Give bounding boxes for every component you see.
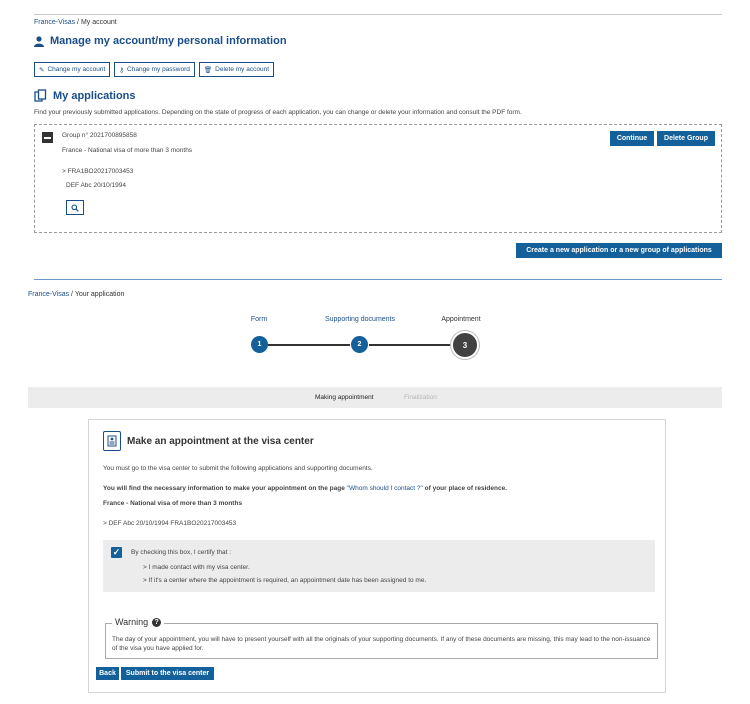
key-icon: ⚷ [119,66,125,74]
delete-group-button[interactable]: Delete Group [657,131,715,146]
applications-title: My applications [53,89,136,102]
top-divider [34,14,722,15]
user-icon [34,35,44,47]
applicant-application-line: > DEF Abc 20/10/1994 FRA1BO20217003453 [103,520,237,527]
step-connector [369,344,453,346]
step-3-circle: 3 [451,331,479,359]
group-visa-type: France - National visa of more than 3 mo… [62,147,193,154]
trash-icon: 🗑 [203,66,213,74]
step-2-circle[interactable]: 2 [351,336,368,353]
applications-intro: Find your previously submitted applicati… [34,109,522,116]
copy-documents-icon [34,89,47,102]
breadcrumb-home-link[interactable]: France-Visas [28,291,69,298]
warning-title: Warning [115,617,149,627]
change-account-button[interactable]: ✎ Change my account [34,62,111,77]
breadcrumb: France-Visas / My account [34,19,117,26]
submit-to-visa-center-button[interactable]: Submit to the visa center [121,667,214,680]
account-header: Manage my account/my personal informatio… [34,35,287,47]
applicant-line: DEF Abc 20/10/1994 [66,182,126,189]
breadcrumb-current: My account [80,19,117,26]
certify-item: > If it's a center where the appointment… [143,577,427,584]
breadcrumb-application: France-Visas / Your application [28,291,125,298]
page-title: Manage my account/my personal informatio… [50,35,287,47]
step-label-appointment: Appointment [441,316,481,323]
card-title: Make an appointment at the visa center [127,436,314,447]
search-icon [71,203,79,212]
warning-box: Warning ? The day of your appointment, y… [105,617,658,659]
certify-label: By checking this box, I certify that : [131,549,232,556]
consult-application-button[interactable] [66,200,84,215]
collapse-group-toggle[interactable] [42,132,53,143]
application-group-panel: Group n° 2021700895858 France - National… [34,124,722,233]
contact-info-text: You will find the necessary information … [103,485,507,492]
warning-legend: Warning ? [112,617,165,627]
step-label-supporting-documents: Supporting documents [324,316,396,323]
certification-box: ✓ By checking this box, I certify that :… [103,540,655,592]
application-reference: > FRA1BO20217003453 [62,168,134,175]
step-label-form: Form [250,316,268,323]
appointment-card: Make an appointment at the visa center Y… [88,419,666,693]
substep-bar: Making appointment Finalization [28,387,722,408]
continue-button[interactable]: Continue [610,131,654,146]
visa-type-title: France - National visa of more than 3 mo… [103,500,243,507]
step-connector [268,344,350,346]
substep-making-appointment: Making appointment [315,394,374,401]
applications-header: My applications [34,89,136,102]
help-question-icon[interactable]: ? [152,617,162,627]
create-new-application-button[interactable]: Create a new application or a new group … [516,243,722,258]
change-password-button[interactable]: ⚷ Change my password [114,62,195,77]
warning-text: The day of your appointment, you will ha… [112,636,651,653]
section-divider [34,279,722,280]
breadcrumb-current: Your application [74,291,125,298]
delete-account-button[interactable]: 🗑 Delete my account [198,62,275,77]
group-label: Group n° 2021700895858 [62,132,137,139]
substep-finalization: Finalization [404,394,437,401]
certify-item: > I made contact with my visa center. [143,564,250,571]
breadcrumb-home-link[interactable]: France-Visas [34,19,75,26]
whom-should-i-contact-link[interactable]: "Whom should I contact ?" [347,485,423,492]
step-1-circle[interactable]: 1 [251,336,268,353]
intro-text: You must go to the visa center to submit… [103,465,373,472]
pencil-icon: ✎ [39,66,45,74]
back-button[interactable]: Back [96,667,119,680]
account-actions: ✎ Change my account ⚷ Change my password… [34,62,275,77]
document-icon [103,431,121,451]
certify-checkbox[interactable]: ✓ [111,547,122,558]
